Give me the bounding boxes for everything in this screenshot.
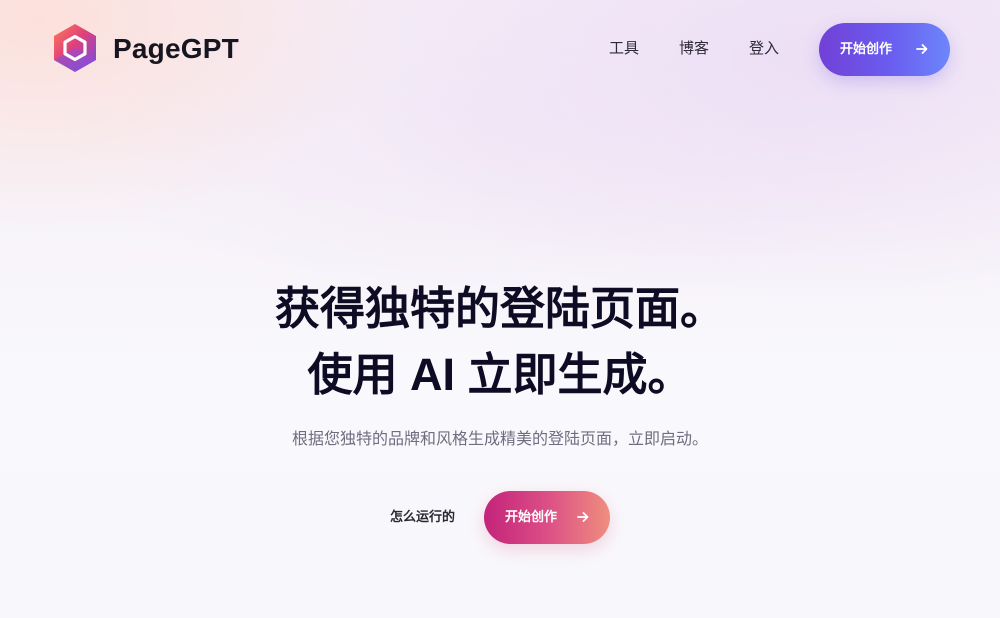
hero-title: 获得独特的登陆页面。 使用 AI 立即生成。 <box>0 276 1000 408</box>
nav-tools-link[interactable]: 工具 <box>609 38 639 60</box>
arrow-right-icon <box>576 510 590 524</box>
brand-name[interactable]: PageGPT <box>113 31 239 67</box>
hero-title-line-1: 获得独特的登陆页面。 <box>274 283 725 334</box>
arrow-right-icon <box>915 42 929 56</box>
header-start-creating-button[interactable]: 开始创作 <box>819 23 950 76</box>
hero-start-creating-button[interactable]: 开始创作 <box>484 491 610 544</box>
nav-login-link[interactable]: 登入 <box>749 38 779 60</box>
hero-title-line-2: 使用 AI 立即生成。 <box>307 349 693 400</box>
nav-blog-link[interactable]: 博客 <box>679 38 709 60</box>
hexagon-logo-icon[interactable] <box>52 23 98 73</box>
header-cta-label: 开始创作 <box>840 41 893 56</box>
hero-subtitle: 根据您独特的品牌和风格生成精美的登陆页面，立即启动。 <box>291 431 708 448</box>
how-it-works-link[interactable]: 怎么运行的 <box>390 508 455 526</box>
site-header: PageGPT 工具 博客 登入 开始创作 <box>0 0 1000 96</box>
hero-cta-label: 开始创作 <box>505 509 558 524</box>
